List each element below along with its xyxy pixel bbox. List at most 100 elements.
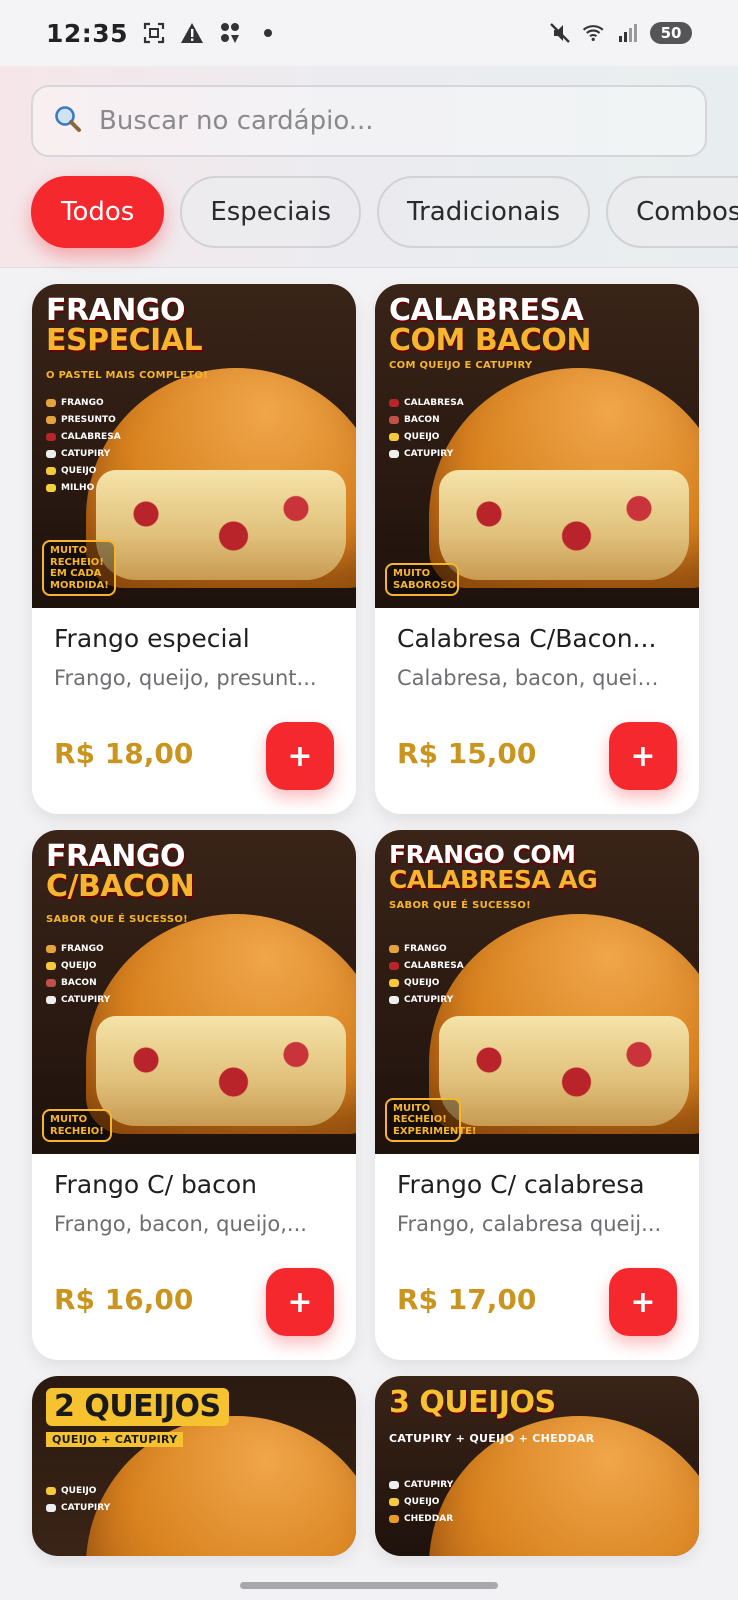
product-name: Frango especial [54,624,250,653]
product-image: CALABRESA COM BACON COM QUEIJO E CATUPIR… [375,284,699,608]
product-image: 2 QUEIJOS QUEIJO + CATUPIRY QUEIJO CATUP… [32,1376,356,1556]
product-card[interactable]: 2 QUEIJOS QUEIJO + CATUPIRY QUEIJO CATUP… [32,1376,356,1556]
image-title: FRANGO C/BACON [46,842,195,904]
ingredient-list: CATUPIRY QUEIJO CHEDDAR [389,1476,453,1527]
ingredient-item: CATUPIRY [46,445,121,462]
product-price: R$ 17,00 [397,1283,537,1316]
dot-icon [256,21,280,45]
warning-icon [180,21,204,45]
image-badge: MUITO RECHEIO! [42,1109,112,1142]
home-indicator[interactable] [240,1582,498,1589]
status-right: 50 [548,21,692,45]
ingredient-item: FRANGO [46,394,121,411]
image-badge: MUITO RECHEIO! EM CADA MORDIDA! [42,540,116,596]
ingredient-item: CATUPIRY [389,991,464,1008]
ingredient-item: CALABRESA [389,957,464,974]
product-description: Frango, queijo, presunt... [54,666,317,690]
image-subtitle: O PASTEL MAIS COMPLETO! [46,370,209,381]
status-time: 12:35 [46,18,129,48]
ingredient-item: FRANGO [389,940,464,957]
filling-illustration [439,1016,689,1126]
image-subtitle: SABOR QUE É SUCESSO! [46,914,189,925]
image-subtitle: SABOR QUE É SUCESSO! [389,900,532,911]
product-name: Frango C/ bacon [54,1170,258,1199]
image-title: CALABRESA COM BACON [389,296,592,358]
image-title: 2 QUEIJOS [46,1388,229,1426]
search-input[interactable]: Buscar no cardápio... [31,85,707,157]
ingredient-list: FRANGO PRESUNTO CALABRESA CATUPIRY QUEIJ… [46,394,121,496]
ingredient-item: CATUPIRY [389,445,464,462]
product-price: R$ 16,00 [54,1283,194,1316]
product-card[interactable]: CALABRESA COM BACON COM QUEIJO E CATUPIR… [375,284,699,814]
tab-especiais[interactable]: Especiais [180,176,362,248]
ingredient-item: PRESUNTO [46,411,121,428]
image-title: FRANGO COM CALABRESA AG [389,842,598,894]
image-subtitle: CATUPIRY + QUEIJO + CHEDDAR [389,1432,595,1445]
product-description: Frango, bacon, queijo,... [54,1212,307,1236]
ingredient-item: BACON [389,411,464,428]
ingredient-item: CATUPIRY [46,1499,110,1516]
filling-illustration [96,1016,346,1126]
wifi-icon [582,21,606,45]
ingredient-item: QUEIJO [389,428,464,445]
product-card[interactable]: FRANGO C/BACON SABOR QUE É SUCESSO! FRAN… [32,830,356,1360]
ingredient-item: CATUPIRY [46,991,110,1008]
header-area: Buscar no cardápio... Todos Especiais Tr… [0,66,738,268]
app-icon [218,21,242,45]
image-title: 3 QUEIJOS [389,1385,556,1420]
product-name: Frango C/ calabresa [397,1170,645,1199]
ingredient-item: QUEIJO [46,462,121,479]
add-to-cart-button[interactable]: + [609,722,677,790]
image-badge: MUITO SABOROSO [385,563,459,596]
product-image: FRANGO ESPECIAL O PASTEL MAIS COMPLETO! … [32,284,356,608]
signal-icon [616,21,640,45]
product-price: R$ 15,00 [397,737,537,770]
product-price: R$ 18,00 [54,737,194,770]
tab-tradicionais[interactable]: Tradicionais [377,176,591,248]
screenshot-icon [142,21,166,45]
product-name: Calabresa C/Bacon... [397,624,657,653]
ingredient-list: FRANGO CALABRESA QUEIJO CATUPIRY [389,940,464,1008]
ingredient-list: QUEIJO CATUPIRY [46,1482,110,1516]
search-placeholder: Buscar no cardápio... [99,106,374,136]
tab-todos[interactable]: Todos [31,176,165,248]
product-image: FRANGO C/BACON SABOR QUE É SUCESSO! FRAN… [32,830,356,1154]
mute-icon [548,21,572,45]
product-card[interactable]: FRANGO ESPECIAL O PASTEL MAIS COMPLETO! … [32,284,356,814]
image-subtitle: COM QUEIJO E CATUPIRY [389,360,533,371]
image-badge: MUITO RECHEIO! EXPERIMENTE! [385,1097,477,1142]
ingredient-item: FRANGO [46,940,110,957]
product-image: 3 QUEIJOS CATUPIRY + QUEIJO + CHEDDAR CA… [375,1376,699,1556]
filling-illustration [439,470,689,580]
add-to-cart-button[interactable]: + [266,722,334,790]
ingredient-item: QUEIJO [389,974,464,991]
image-title-line2: ESPECIAL [46,323,203,358]
category-tabs: Todos Especiais Tradicionais Combos [31,176,738,248]
ingredient-item: MILHO [46,479,121,496]
ingredient-list: FRANGO QUEIJO BACON CATUPIRY [46,940,110,1008]
search-icon [53,104,83,138]
battery-icon: 50 [650,22,692,44]
image-title-line2: COM BACON [389,323,592,358]
status-left: 12:35 [46,19,280,48]
ingredient-item: QUEIJO [46,1482,110,1499]
ingredient-list: CALABRESA BACON QUEIJO CATUPIRY [389,394,464,462]
ingredient-item: QUEIJO [46,957,110,974]
tab-combos[interactable]: Combos [606,176,738,248]
product-card[interactable]: 3 QUEIJOS CATUPIRY + QUEIJO + CHEDDAR CA… [375,1376,699,1556]
filling-illustration [96,470,346,580]
ingredient-item: CALABRESA [389,394,464,411]
ingredient-item: CHEDDAR [389,1510,453,1527]
product-description: Calabresa, bacon, queij... [397,666,663,690]
ingredient-item: CATUPIRY [389,1476,453,1493]
product-image: FRANGO COM CALABRESA AG SABOR QUE É SUCE… [375,830,699,1154]
image-title-line2: CALABRESA AG [389,865,598,894]
add-to-cart-button[interactable]: + [609,1268,677,1336]
image-title: FRANGO ESPECIAL [46,296,203,358]
ingredient-item: BACON [46,974,110,991]
status-bar: 12:35 50 [0,0,738,66]
ingredient-item: QUEIJO [389,1493,453,1510]
image-title-line2: C/BACON [46,869,195,904]
add-to-cart-button[interactable]: + [266,1268,334,1336]
product-card[interactable]: FRANGO COM CALABRESA AG SABOR QUE É SUCE… [375,830,699,1360]
